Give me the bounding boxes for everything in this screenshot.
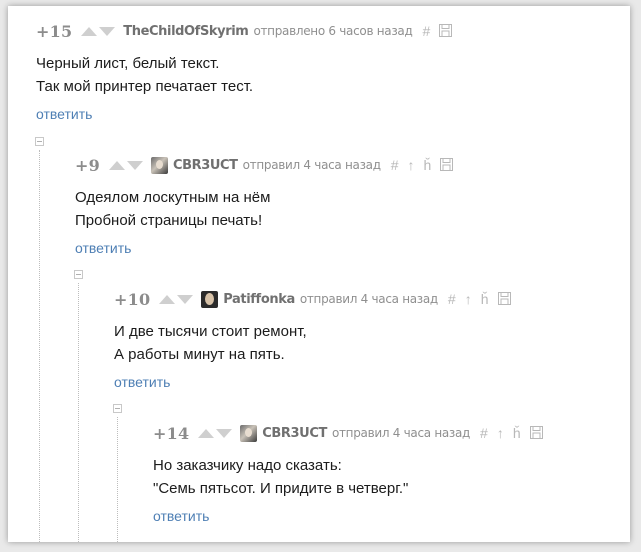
comment-score: +9 [75, 155, 100, 175]
vote-down-icon[interactable] [216, 428, 233, 438]
comment-author[interactable]: CBR3UCT [262, 426, 327, 441]
comment-line: Черный лист, белый текст. [36, 55, 220, 72]
reply-link[interactable]: ответить [36, 106, 92, 122]
reply-link[interactable]: ответить [153, 508, 209, 524]
branch-icon[interactable]: ȟ [513, 426, 521, 440]
permalink-icon[interactable]: # [391, 158, 399, 172]
vote-controls [81, 26, 116, 36]
comment-line: Пробной страницы печать! [75, 212, 263, 229]
avatar[interactable] [201, 290, 219, 308]
comment-line: Но заказчику надо сказать: [153, 457, 342, 474]
comment-timestamp: отправил 4 часа назад [331, 426, 471, 440]
save-icon[interactable] [440, 157, 454, 173]
comment: +15 TheChildOfSkyrim отправлено 6 часов … [36, 21, 453, 124]
save-icon[interactable] [439, 23, 453, 39]
comment-timestamp: отправил 4 часа назад [242, 158, 381, 172]
comment-tools: # [422, 23, 453, 39]
reply-link[interactable]: ответить [75, 240, 131, 256]
comment-header: +9 CBR3UCT отправил 4 часа назад # ↑ ȟ [75, 155, 454, 175]
thread-line [117, 417, 118, 542]
comment: +10 Patiffonka отправил 4 часа назад # ↑… [114, 289, 511, 392]
comment-line: И две тысячи стоит ремонт, [114, 323, 307, 340]
vote-up-icon[interactable] [159, 294, 176, 304]
collapse-icon[interactable] [35, 137, 44, 146]
parent-link-icon[interactable]: ↑ [465, 292, 472, 306]
comment-score: +15 [36, 21, 73, 41]
comment-score: +14 [153, 423, 190, 443]
vote-controls [108, 160, 143, 170]
permalink-icon[interactable]: # [480, 426, 488, 440]
vote-controls [159, 294, 194, 304]
comment-line: "Семь пятьсот. И придите в четверг." [153, 480, 409, 497]
vote-down-icon[interactable] [126, 160, 143, 170]
thread-line [78, 283, 79, 542]
parent-link-icon[interactable]: ↑ [408, 158, 415, 172]
vote-down-icon[interactable] [177, 294, 194, 304]
comment-author[interactable]: CBR3UCT [173, 158, 238, 173]
comment-line: Так мой принтер печатает тест. [36, 78, 254, 95]
comment: +9 CBR3UCT отправил 4 часа назад # ↑ ȟ О… [75, 155, 454, 258]
avatar[interactable] [150, 156, 168, 174]
collapse-icon[interactable] [113, 404, 122, 413]
collapse-icon[interactable] [74, 270, 83, 279]
reply-link[interactable]: ответить [114, 374, 170, 390]
comment-tools: # ↑ ȟ [480, 425, 543, 441]
comment-thread: +15 TheChildOfSkyrim отправлено 6 часов … [8, 6, 630, 542]
comment-body: Одеялом лоскутным на нём Пробной страниц… [75, 186, 453, 232]
comment-body: Черный лист, белый текст. Так мой принте… [36, 52, 452, 98]
comment-line: Одеялом лоскутным на нём [75, 189, 271, 206]
branch-icon[interactable]: ȟ [481, 292, 489, 306]
comment-body: И две тысячи стоит ремонт, А работы мину… [114, 320, 511, 366]
vote-controls [198, 428, 233, 438]
avatar[interactable] [240, 424, 258, 442]
parent-link-icon[interactable]: ↑ [497, 426, 504, 440]
comment-tools: # ↑ ȟ [391, 157, 454, 173]
comment-header: +14 CBR3UCT отправил 4 часа назад # ↑ ȟ [153, 423, 543, 443]
permalink-icon[interactable]: # [448, 292, 456, 306]
comment-header: +10 Patiffonka отправил 4 часа назад # ↑… [114, 289, 511, 309]
comment-timestamp: отправил 4 часа назад [299, 292, 438, 306]
vote-down-icon[interactable] [99, 26, 116, 36]
comment-timestamp: отправлено 6 часов назад [253, 24, 413, 38]
comment-tools: # ↑ ȟ [448, 291, 511, 307]
vote-up-icon[interactable] [198, 428, 215, 438]
comment-line: А работы минут на пять. [114, 346, 285, 363]
comment-author[interactable]: Patiffonka [223, 292, 295, 307]
comment-header: +15 TheChildOfSkyrim отправлено 6 часов … [36, 21, 453, 41]
permalink-icon[interactable]: # [422, 24, 430, 38]
comment-body: Но заказчику надо сказать: "Семь пятьсот… [153, 454, 543, 500]
save-icon[interactable] [497, 291, 511, 307]
branch-icon[interactable]: ȟ [424, 158, 432, 172]
comment-author[interactable]: TheChildOfSkyrim [123, 24, 249, 39]
vote-up-icon[interactable] [81, 26, 98, 36]
comment-score: +10 [114, 289, 151, 309]
save-icon[interactable] [529, 425, 543, 441]
thread-line [39, 150, 40, 542]
comment: +14 CBR3UCT отправил 4 часа назад # ↑ ȟ … [153, 423, 543, 526]
vote-up-icon[interactable] [108, 160, 125, 170]
